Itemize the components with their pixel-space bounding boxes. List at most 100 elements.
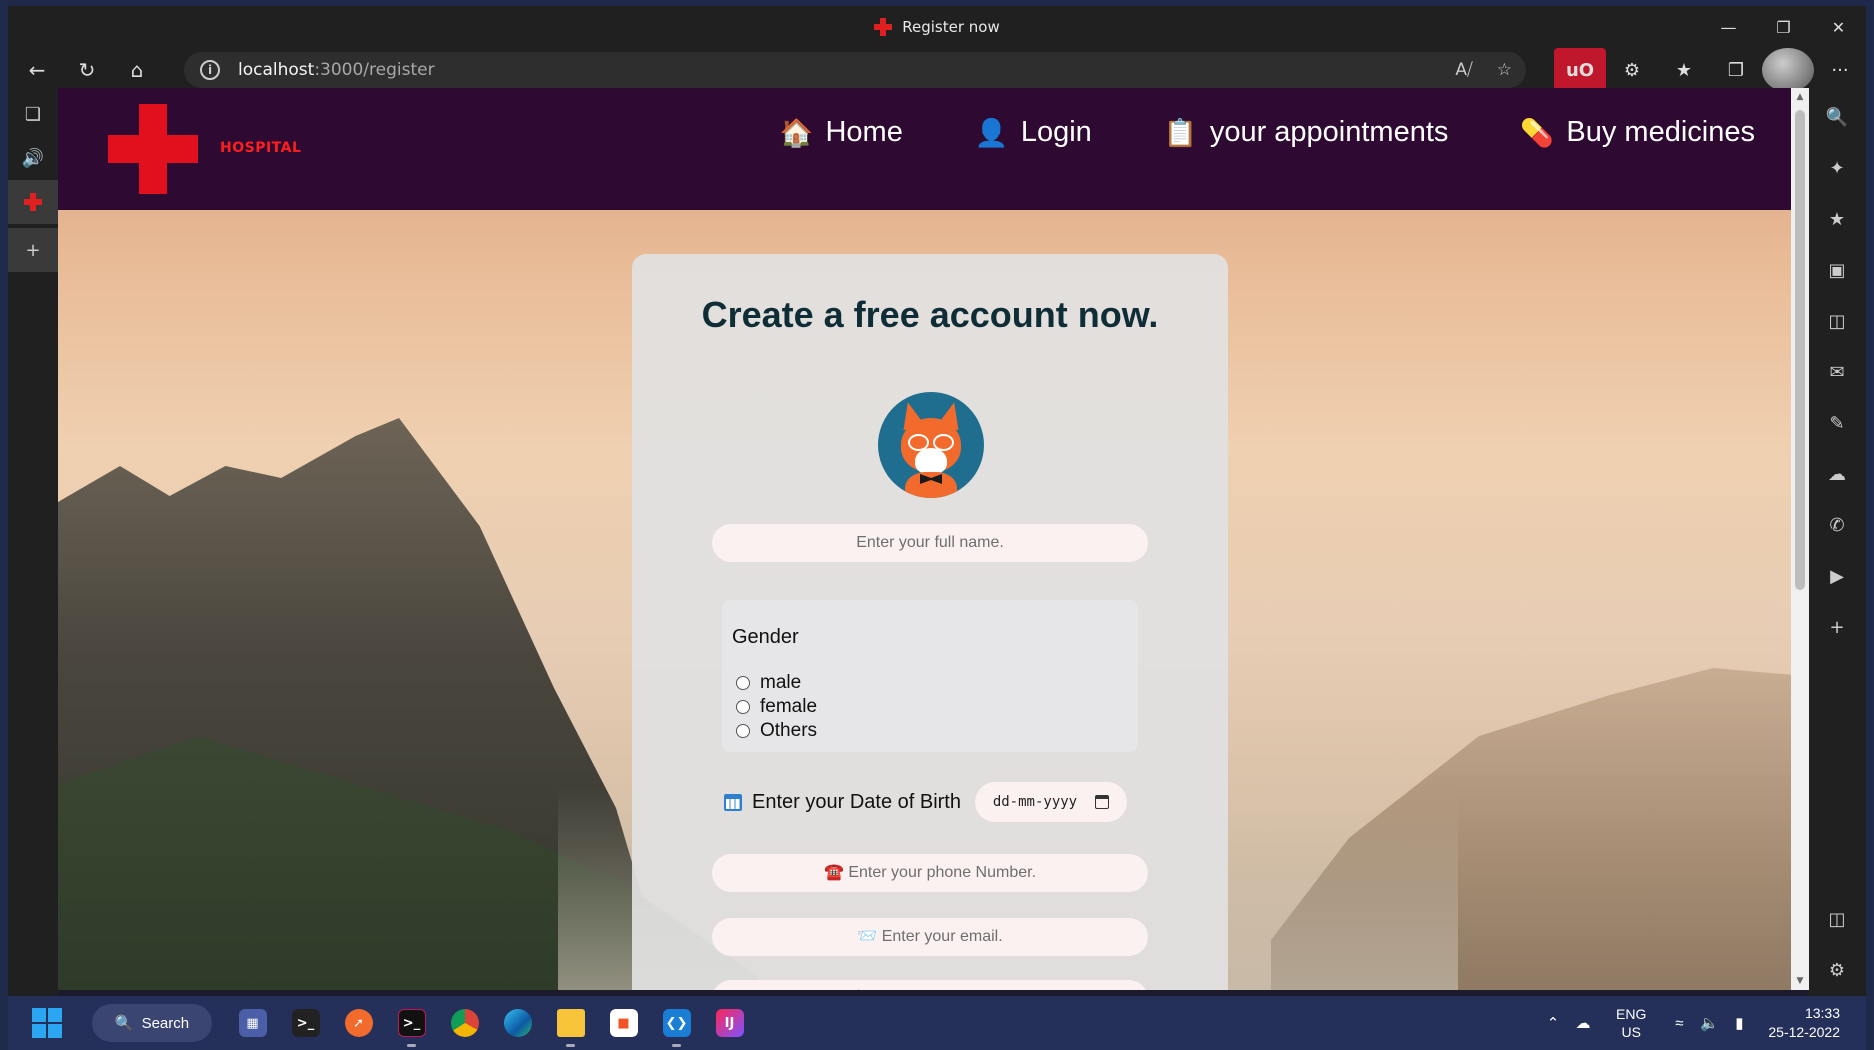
browser-toolbar: ← ↻ ⌂ i localhost :3000/register A⧸ ☆ uO… (8, 48, 1866, 92)
dob-row: Enter your Date of Birth dd-mm-yyyy (724, 782, 1127, 822)
chrome-icon (450, 1009, 479, 1037)
nav-buy-medicines-label: Buy medicines (1566, 116, 1755, 148)
site-header: HOSPITAL 🏠 Home 👤 Login 📋 your appointme… (58, 88, 1791, 210)
speaker-icon[interactable]: 🔊 (8, 136, 58, 180)
address-bar-actions: A⧸ ☆ (1455, 52, 1512, 88)
sidebar-outlook-icon[interactable]: ✉ (1808, 347, 1866, 398)
title-bar: Register now — ❐ ✕ (8, 6, 1866, 48)
nav-home[interactable]: 🏠 Home (779, 116, 902, 149)
sidebar-designer-icon[interactable]: ✎ (1808, 398, 1866, 449)
taskbar-apps: ▦ >_ ➚ >_ ■ ❮❯ IJ (226, 996, 756, 1050)
form-title: Create a free account now. (701, 294, 1159, 335)
info-icon[interactable]: i (200, 60, 220, 80)
sidebar-video-icon[interactable]: ▶ (1808, 551, 1866, 602)
dob-placeholder: dd-mm-yyyy (992, 794, 1078, 810)
dob-input[interactable]: dd-mm-yyyy (974, 782, 1127, 822)
vscode-app[interactable]: ❮❯ (650, 996, 703, 1050)
sidebar-shopping-icon[interactable]: ★ (1808, 194, 1866, 245)
active-tab[interactable]: Register now (874, 18, 1000, 36)
restore-button[interactable]: ❐ (1756, 6, 1811, 48)
read-aloud-icon[interactable]: A⧸ (1455, 60, 1472, 80)
sidebar-add-icon[interactable]: + (1808, 602, 1866, 653)
favorites-icon[interactable]: ★ (1658, 48, 1710, 92)
calendar-icon (724, 793, 742, 811)
sidebar-office-icon[interactable]: ◫ (1808, 296, 1866, 347)
favorite-star-icon[interactable]: ☆ (1497, 60, 1512, 80)
extensions-icon[interactable]: ⚙ (1606, 48, 1658, 92)
nav-buy-medicines[interactable]: 💊 Buy medicines (1520, 116, 1755, 149)
tab-actions-icon[interactable]: ❏ (8, 92, 58, 136)
file-explorer-app[interactable] (544, 996, 597, 1050)
more-menu-icon[interactable]: ··· (1814, 48, 1866, 92)
store-app[interactable]: ■ (597, 996, 650, 1050)
phone-input[interactable] (712, 854, 1148, 892)
start-button[interactable] (32, 1008, 62, 1038)
minimize-button[interactable]: — (1701, 6, 1756, 48)
volume-icon[interactable]: 🔈 (1694, 1014, 1724, 1032)
vertical-tabs-bar: ❏ 🔊 + (8, 92, 58, 996)
tab-register[interactable] (8, 180, 58, 224)
sidebar-drop-icon[interactable]: ☁ (1808, 449, 1866, 500)
ublock-extension-icon[interactable]: uO (1554, 48, 1606, 92)
new-tab-button[interactable]: + (8, 228, 58, 272)
password-input[interactable] (712, 980, 1148, 990)
intellij-app[interactable]: IJ (703, 996, 756, 1050)
date-picker-icon[interactable] (1095, 795, 1110, 809)
scroll-thumb[interactable] (1795, 110, 1805, 590)
back-button[interactable]: ← (12, 50, 62, 90)
gender-option-female[interactable]: female (736, 696, 817, 718)
address-bar[interactable]: i localhost :3000/register A⧸ ☆ (184, 52, 1526, 88)
profile-avatar[interactable] (1762, 48, 1814, 92)
sidebar-search-icon[interactable]: 🔍 (1808, 92, 1866, 143)
clipboard-icon: 📋 (1163, 117, 1198, 148)
taskbar-search[interactable]: 🔍 Search (92, 1004, 212, 1042)
windows-taskbar: 🔍 Search ▦ >_ ➚ >_ ■ ❮❯ IJ ⌃ ☁ ENG US ≈ … (8, 996, 1866, 1050)
sidebar-split-icon[interactable]: ◫ (1808, 894, 1866, 945)
sidebar-whatsapp-icon[interactable]: ✆ (1808, 500, 1866, 551)
favicon-icon (24, 193, 42, 211)
user-icon: 👤 (974, 117, 1009, 148)
collections-icon[interactable]: ❐ (1710, 48, 1762, 92)
sidebar-copilot-icon[interactable]: ✦ (1808, 143, 1866, 194)
scroll-down-icon[interactable]: ▼ (1791, 972, 1809, 990)
tray-overflow-chevron-icon[interactable]: ⌃ (1538, 1014, 1568, 1032)
chrome-app[interactable] (438, 996, 491, 1050)
full-name-input[interactable] (712, 524, 1148, 562)
store-icon: ■ (609, 1009, 638, 1037)
nav-login[interactable]: 👤 Login (975, 116, 1092, 149)
fox-body (905, 472, 957, 498)
avatar (1762, 48, 1814, 92)
sidebar-settings-icon[interactable]: ⚙ (1808, 945, 1866, 996)
radio-others[interactable] (736, 724, 750, 738)
calculator-app[interactable]: ▦ (226, 996, 279, 1050)
folder-icon (556, 1009, 585, 1037)
terminal-app[interactable]: >_ (279, 996, 332, 1050)
postman-app[interactable]: ➚ (332, 996, 385, 1050)
sidebar-tools-icon[interactable]: ▣ (1808, 245, 1866, 296)
register-card: Create a free account now. Gender male f… (632, 254, 1228, 990)
nav-appointments[interactable]: 📋 your appointments (1164, 116, 1449, 149)
intellij-icon: IJ (715, 1009, 744, 1037)
scroll-up-icon[interactable]: ▲ (1791, 88, 1809, 106)
reload-button[interactable]: ↻ (62, 50, 112, 90)
tab-title: Register now (902, 18, 1000, 36)
system-tray: ⌃ ☁ ENG US ≈ 🔈 ▮ 13:33 25-12-2022 (1538, 996, 1866, 1050)
gender-option-others[interactable]: Others (736, 720, 817, 742)
page-scrollbar[interactable]: ▲ ▼ (1791, 88, 1809, 990)
language-indicator[interactable]: ENG US (1616, 1005, 1646, 1041)
radio-male[interactable] (736, 676, 750, 690)
onedrive-icon[interactable]: ☁ (1568, 1014, 1598, 1032)
radio-female[interactable] (736, 700, 750, 714)
clock[interactable]: 13:33 25-12-2022 (1768, 1004, 1840, 1042)
gender-option-male[interactable]: male (736, 672, 801, 694)
close-button[interactable]: ✕ (1811, 6, 1866, 48)
url-host: localhost (238, 60, 315, 80)
home-button[interactable]: ⌂ (112, 50, 162, 90)
hospital-logo-icon[interactable] (108, 104, 198, 194)
email-input[interactable] (712, 918, 1148, 956)
edge-app[interactable] (491, 996, 544, 1050)
wifi-icon[interactable]: ≈ (1664, 1015, 1694, 1032)
battery-icon[interactable]: ▮ (1724, 1014, 1754, 1032)
vscode-icon: ❮❯ (662, 1009, 691, 1037)
hyper-terminal-app[interactable]: >_ (385, 996, 438, 1050)
